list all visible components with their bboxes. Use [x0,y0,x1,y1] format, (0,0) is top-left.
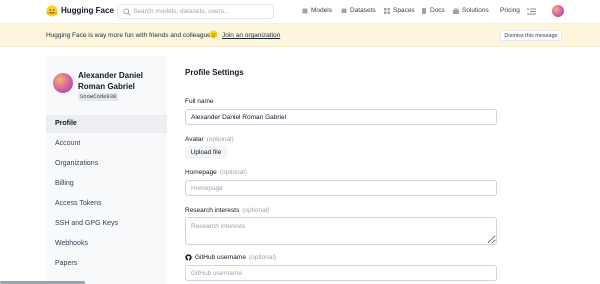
hugging-face-emoji-icon [209,30,218,39]
dismiss-message-button[interactable]: Dismiss this message [500,30,562,41]
upload-file-button[interactable]: Upload file [185,146,227,159]
banner-text: Hugging Face is way more fun with friend… [46,32,216,39]
homepage-label: Homepage (optional) [185,169,247,176]
optional-tag: (optional) [219,169,247,176]
search-input[interactable] [133,6,271,17]
brand-name[interactable]: Hugging Face [61,6,114,15]
optional-tag: (optional) [248,254,277,261]
hugging-face-logo-icon[interactable] [46,5,58,17]
profile-avatar [53,73,73,93]
top-nav: Hugging Face Models Datasets Spaces Docs… [0,0,600,24]
nav-pricing-label: Pricing [500,7,520,14]
nav-models[interactable]: Models [302,7,332,14]
nav-spaces[interactable]: Spaces [384,7,415,14]
search-icon [123,8,131,16]
cube-icon [302,8,308,13]
optional-tag: (optional) [242,207,270,214]
sidebar-item-access-tokens[interactable]: Access Tokens [46,195,167,213]
user-avatar[interactable] [552,5,564,17]
sidebar-item-label: Webhooks [55,240,88,247]
sidebar-item-label: Access Tokens [55,200,102,207]
sidebar-item-label: Profile [55,120,77,127]
join-organization-link[interactable]: Join an organization [222,32,280,39]
github-username-label-text: GitHub username [195,254,246,261]
briefcase-icon [453,7,459,14]
grid-icon [384,7,390,14]
sidebar-item-webhooks[interactable]: Webhooks [46,235,167,253]
sidebar-item-label: Organizations [55,160,99,167]
nav-spaces-label: Spaces [393,7,415,14]
github-username-field[interactable] [185,265,497,281]
nav-solutions[interactable]: Solutions [453,7,489,14]
full-name-field[interactable] [185,109,497,125]
announcement-banner: Hugging Face is way more fun with friend… [0,24,600,47]
username-handle: SnowCode938 [78,93,119,101]
search-box[interactable] [117,4,274,19]
nav-models-label: Models [311,7,332,14]
menu-icon[interactable] [527,8,536,15]
profile-name: Alexander Daniel Roman Gabriel [78,71,143,91]
nav-pricing[interactable]: Pricing [500,7,520,14]
sidebar-item-label: Papers [55,260,78,267]
research-interests-label: Research interests (optional) [185,207,269,214]
research-interests-field[interactable] [185,217,497,245]
sidebar-item-papers[interactable]: Papers [46,255,167,273]
sidebar-item-label: SSH and GPG Keys [55,220,119,227]
sidebar-item-billing[interactable]: Billing [46,175,167,193]
docs-icon [422,7,426,14]
sidebar-item-profile[interactable]: Profile [46,115,167,133]
database-icon [341,8,347,13]
page-title: Profile Settings [185,68,244,77]
nav-solutions-label: Solutions [462,7,489,14]
sidebar-item-organizations[interactable]: Organizations [46,155,167,173]
homepage-field[interactable] [185,180,497,196]
settings-sidebar: Alexander Daniel Roman Gabriel SnowCode9… [46,56,167,284]
sidebar-item-account[interactable]: Account [46,135,167,153]
full-name-label: Full name [185,98,214,105]
sidebar-item-ssh-gpg-keys[interactable]: SSH and GPG Keys [46,215,167,233]
avatar-label: Avatar (optional) [185,136,234,143]
avatar-label-text: Avatar [185,136,204,143]
sidebar-item-label: Account [55,140,81,147]
homepage-label-text: Homepage [185,169,217,176]
optional-tag: (optional) [206,136,234,143]
nav-docs[interactable]: Docs [421,7,445,14]
github-username-label: GitHub username (optional) [185,254,276,261]
nav-docs-label: Docs [430,7,445,14]
nav-datasets[interactable]: Datasets [341,7,376,14]
full-name-label-text: Full name [185,98,214,105]
nav-datasets-label: Datasets [350,7,376,14]
github-icon [185,254,192,261]
sidebar-item-label: Billing [55,180,74,187]
research-interests-label-text: Research interests [185,207,240,214]
